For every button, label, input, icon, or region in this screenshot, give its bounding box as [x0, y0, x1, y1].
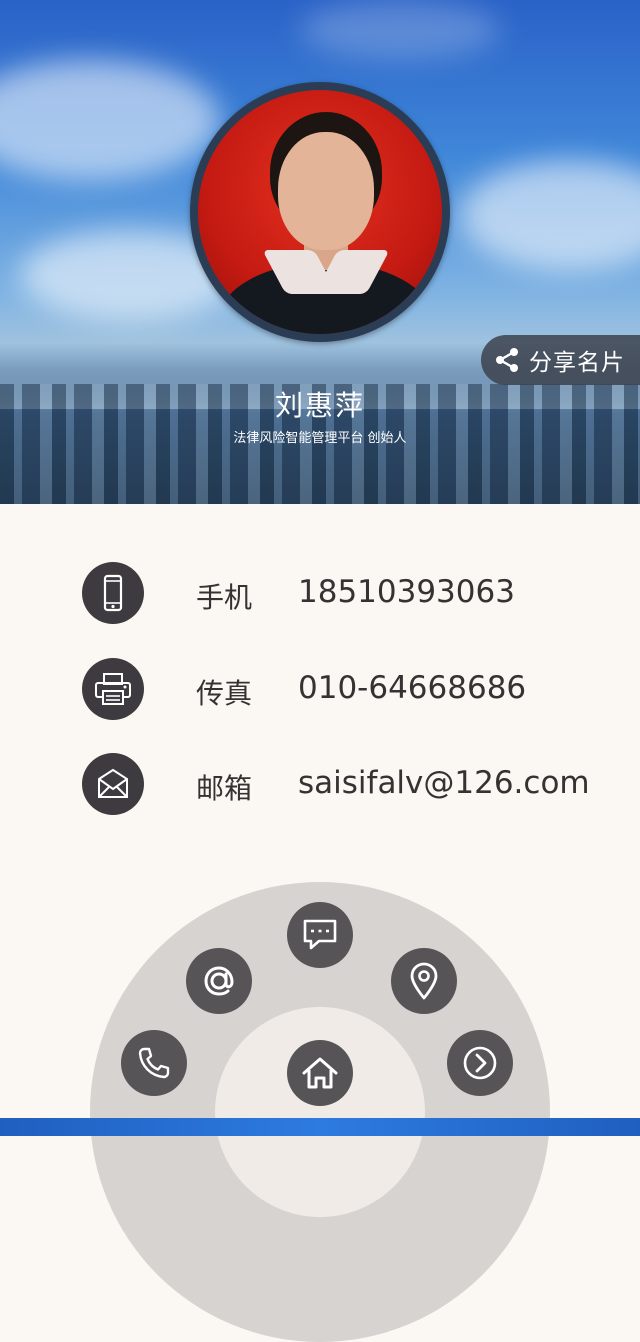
location-icon	[410, 962, 438, 1000]
mobile-phone-icon	[82, 562, 144, 624]
call-button[interactable]	[121, 1030, 187, 1096]
profile-title: 法律风险智能管理平台 创始人	[233, 431, 407, 446]
mail-icon	[82, 753, 144, 815]
message-icon	[303, 919, 337, 950]
next-button[interactable]	[447, 1030, 513, 1096]
contact-value-mobile[interactable]: 18510393063	[298, 574, 515, 610]
share-icon	[496, 348, 518, 372]
contact-label: 手机	[196, 581, 253, 614]
contact-value-fax[interactable]: 010-64668686	[298, 670, 526, 706]
contact-label: 邮箱	[196, 772, 253, 805]
contact-row-fax[interactable]: 传真 010-64668686	[82, 658, 622, 720]
next-arrow-icon	[463, 1046, 497, 1080]
home-icon	[302, 1057, 338, 1089]
bottom-bar	[0, 1118, 640, 1136]
share-card-label: 分享名片	[529, 350, 625, 376]
contact-row-email[interactable]: 邮箱 saisifalv@126.com	[82, 753, 622, 815]
message-button[interactable]	[287, 902, 353, 968]
location-button[interactable]	[391, 948, 457, 1014]
contact-row-mobile[interactable]: 手机 18510393063	[82, 562, 622, 624]
home-button[interactable]	[287, 1040, 353, 1106]
share-card-button[interactable]: 分享名片	[481, 335, 640, 385]
email-at-button[interactable]	[186, 948, 252, 1014]
fax-printer-icon	[82, 658, 144, 720]
avatar	[190, 82, 450, 342]
profile-name: 刘惠萍	[274, 389, 365, 422]
contact-value-email[interactable]: saisifalv@126.com	[298, 765, 590, 801]
radial-menu-center	[215, 1007, 425, 1217]
header-background: 分享名片 刘惠萍 法律风险智能管理平台 创始人	[0, 0, 640, 504]
phone-call-icon	[138, 1047, 170, 1079]
at-sign-icon	[204, 966, 234, 996]
avatar-photo	[198, 90, 442, 334]
contact-label: 传真	[196, 677, 253, 710]
